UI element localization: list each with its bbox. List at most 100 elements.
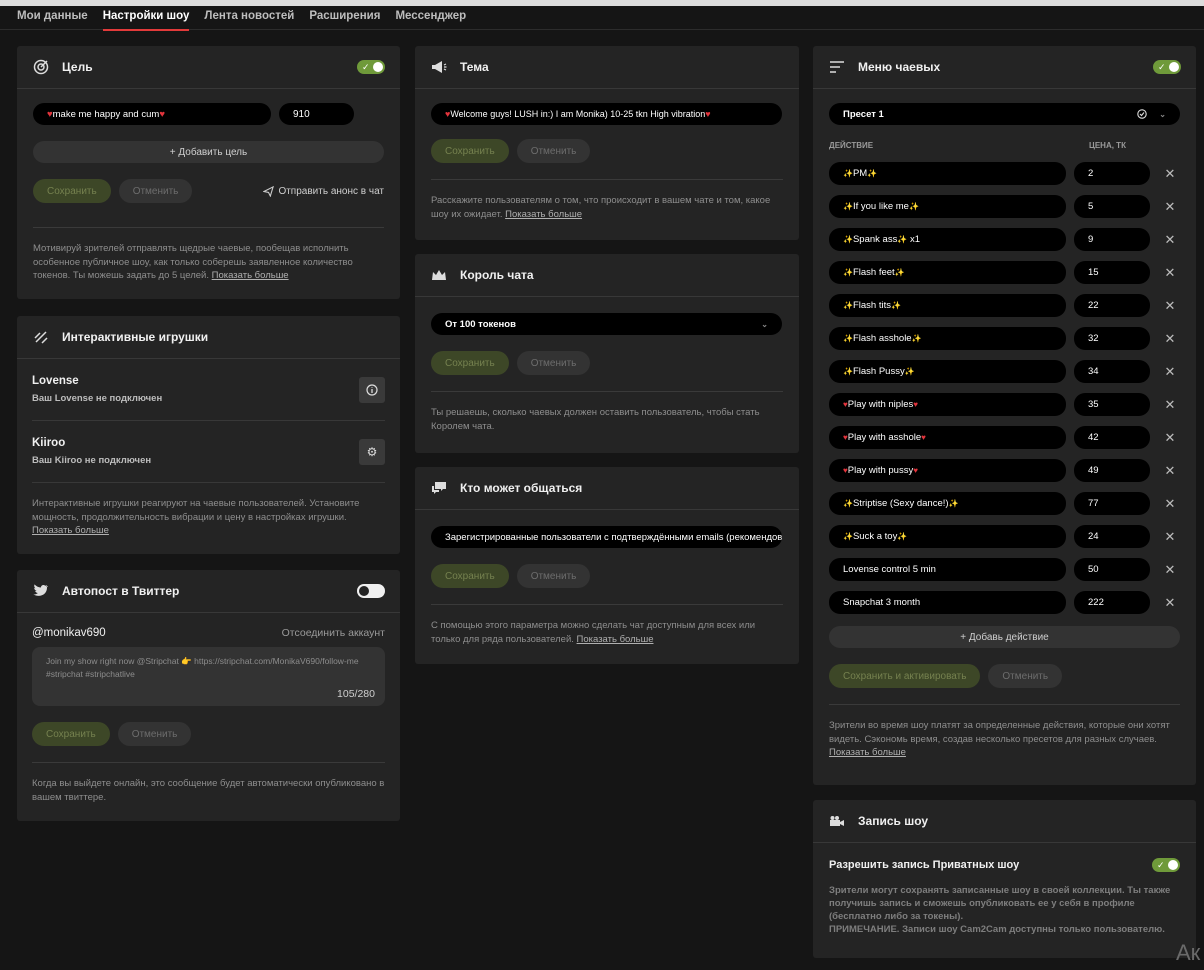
goal-text-input[interactable]: ♥ make me happy and cum ♥ (33, 103, 271, 125)
tip-price-input[interactable]: 2 (1074, 162, 1150, 185)
close-icon[interactable]: ✕ (1162, 529, 1178, 545)
chat-cancel-button[interactable]: Отменить (516, 564, 591, 588)
close-icon[interactable]: ✕ (1162, 496, 1178, 512)
toy-item: Lovense Ваш Lovense не подключен (32, 359, 385, 421)
tip-row: ✨ Flash Pussy ✨ 34 ✕ (829, 355, 1180, 388)
tip-action-input[interactable]: ♥ Play with niples ♥ (829, 393, 1066, 416)
close-icon[interactable]: ✕ (1162, 265, 1178, 281)
sparkle-icon: ✨ (843, 367, 853, 376)
chat-description: С помощью этого параметра можно сделать … (431, 619, 783, 646)
tip-price-input[interactable]: 34 (1074, 360, 1150, 383)
heart-icon: ♥ (705, 109, 711, 119)
tip-price-input[interactable]: 77 (1074, 492, 1150, 515)
goal-toggle[interactable] (357, 60, 385, 74)
close-icon[interactable]: ✕ (1162, 232, 1178, 248)
tip-list: ✨ PM ✨ 2 ✕ ✨ If you like me ✨ 5 ✕ ✨ Spank ass ✨ x1 9 ✕… (829, 157, 1180, 619)
gear-icon[interactable]: ⚙ (359, 438, 385, 465)
close-icon[interactable]: ✕ (1162, 199, 1178, 215)
close-icon[interactable]: ✕ (1162, 298, 1178, 314)
twitter-cancel-button[interactable]: Отменить (117, 722, 192, 746)
tab-my-data[interactable]: Мои данные (17, 6, 103, 30)
tab-extensions[interactable]: Расширения (309, 6, 395, 30)
topic-input[interactable]: ♥ Welcome guys! LUSH in:) I am Monika) 10… (431, 103, 782, 125)
tab-news-feed[interactable]: Лента новостей (204, 6, 309, 30)
tip-row: ✨ Flash feet ✨ 15 ✕ (829, 256, 1180, 289)
chat-select[interactable]: Зарегистрированные пользователи с подтве… (431, 526, 782, 548)
tip-price-input[interactable]: 49 (1074, 459, 1150, 482)
tip-price-input[interactable]: 35 (1074, 393, 1150, 416)
tip-price-input[interactable]: 22 (1074, 294, 1150, 317)
close-icon[interactable]: ✕ (1162, 397, 1178, 413)
close-icon[interactable]: ✕ (1162, 430, 1178, 446)
tip-action-input[interactable]: ✨ Flash asshole ✨ (829, 327, 1066, 350)
twitter-toggle[interactable] (357, 584, 385, 598)
tab-show-settings[interactable]: Настройки шоу (102, 6, 205, 31)
topic-more-link[interactable]: Показать больше (505, 209, 582, 220)
tip-action-input[interactable]: ✨ Suck a toy ✨ (829, 525, 1066, 548)
tip-price-input[interactable]: 42 (1074, 426, 1150, 449)
goal-desc-text: Мотивируй зрителей отправлять щедрые чае… (33, 243, 353, 281)
topic-text: Welcome guys! LUSH in:) I am Monika) 10-… (450, 109, 706, 119)
close-icon[interactable]: ✕ (1162, 166, 1178, 182)
tip-action-input[interactable]: ✨ Flash feet ✨ (829, 261, 1066, 284)
goal-amount-input[interactable]: 910 (279, 103, 354, 125)
tab-messenger[interactable]: Мессенджер (395, 6, 481, 30)
tip-price-input[interactable]: 15 (1074, 261, 1150, 284)
close-icon[interactable]: ✕ (1162, 463, 1178, 479)
record-toggle[interactable] (1152, 858, 1180, 872)
goal-more-link[interactable]: Показать больше (212, 270, 289, 281)
tip-price-input[interactable]: 24 (1074, 525, 1150, 548)
king-title: Король чата (460, 268, 534, 282)
tip-price-input[interactable]: 222 (1074, 591, 1150, 614)
add-goal-button[interactable]: + Добавить цель (33, 141, 384, 163)
tipmenu-save-button[interactable]: Сохранить и активировать (829, 664, 981, 688)
close-icon[interactable]: ✕ (1162, 364, 1178, 380)
add-action-button[interactable]: + Добавь действие (829, 626, 1180, 648)
sparkle-icon: ✨ (908, 202, 919, 211)
tip-action-input[interactable]: ♥ Play with pussy ♥ (829, 459, 1066, 482)
king-select[interactable]: От 100 токенов ⌄ (431, 313, 782, 335)
preset-value: Пресет 1 (843, 108, 884, 120)
tip-action-input[interactable]: Lovense control 5 min (829, 558, 1066, 581)
tip-action-input[interactable]: ✨ If you like me ✨ (829, 195, 1066, 218)
toys-more-link[interactable]: Показать больше (32, 525, 109, 536)
tip-action-input[interactable]: ✨ Flash Pussy ✨ (829, 360, 1066, 383)
send-announce-link[interactable]: Отправить анонс в чат (263, 185, 384, 197)
info-icon[interactable] (359, 376, 385, 403)
topic-save-button[interactable]: Сохранить (431, 139, 509, 163)
tip-action-input[interactable]: ✨ Spank ass ✨ x1 (829, 228, 1066, 251)
tipmenu-toggle[interactable] (1153, 60, 1181, 74)
goal-save-button[interactable]: Сохранить (33, 179, 111, 203)
preset-select[interactable]: Пресет 1 ⌄ (829, 103, 1180, 125)
tipmenu-title: Меню чаевых (858, 60, 941, 74)
tip-action-input[interactable]: ✨ Flash tits ✨ (829, 294, 1066, 317)
disconnect-account-link[interactable]: Отсоединить аккаунт (282, 627, 385, 639)
tip-action-input[interactable]: Snapchat 3 month (829, 591, 1066, 614)
chat-more-link[interactable]: Показать больше (577, 634, 654, 645)
tip-action-input[interactable]: ♥ Play with asshole ♥ (829, 426, 1066, 449)
tip-action-input[interactable]: ✨ Striptise (Sexy dance!) ✨ (829, 492, 1066, 515)
tweet-textarea[interactable]: Join my show right now @Stripchat 👉 http… (32, 647, 385, 706)
close-icon[interactable]: ✕ (1162, 331, 1178, 347)
tipmenu-cancel-button[interactable]: Отменить (988, 664, 1063, 688)
topic-header: Тема (415, 46, 799, 89)
tip-row: ♥ Play with pussy ♥ 49 ✕ (829, 454, 1180, 487)
sparkle-icon: ✨ (890, 301, 901, 310)
goal-header: Цель (17, 46, 400, 89)
topic-cancel-button[interactable]: Отменить (516, 139, 591, 163)
tip-price-input[interactable]: 50 (1074, 558, 1150, 581)
tip-action-input[interactable]: ✨ PM ✨ (829, 162, 1066, 185)
chat-save-button[interactable]: Сохранить (431, 564, 509, 588)
twitter-save-button[interactable]: Сохранить (32, 722, 110, 746)
tip-price-input[interactable]: 5 (1074, 195, 1150, 218)
close-icon[interactable]: ✕ (1162, 595, 1178, 611)
goal-cancel-button[interactable]: Отменить (118, 179, 193, 203)
target-icon (32, 58, 50, 76)
king-save-button[interactable]: Сохранить (431, 351, 509, 375)
tip-price-input[interactable]: 9 (1074, 228, 1150, 251)
tipmenu-more-link[interactable]: Показать больше (829, 747, 906, 758)
tipmenu-desc-text: Зрители во время шоу платят за определен… (829, 720, 1170, 745)
tip-price-input[interactable]: 32 (1074, 327, 1150, 350)
close-icon[interactable]: ✕ (1162, 562, 1178, 578)
king-cancel-button[interactable]: Отменить (516, 351, 591, 375)
